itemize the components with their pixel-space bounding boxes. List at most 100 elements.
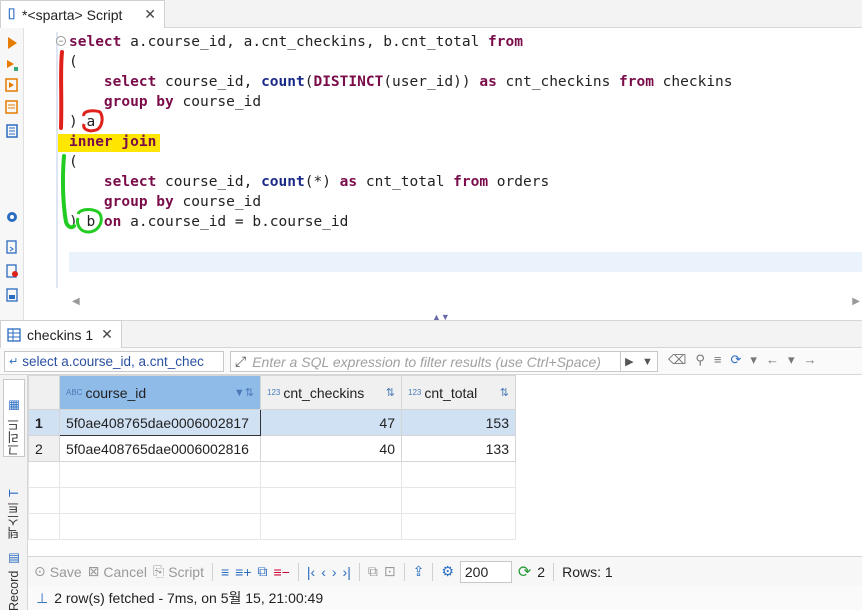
- row-number[interactable]: 1: [28, 409, 60, 436]
- save-button[interactable]: ⊙ Save: [34, 563, 82, 580]
- sql-text: course_id: [173, 194, 262, 210]
- cell-course-id[interactable]: 5f0ae408765dae0006002816: [59, 435, 261, 462]
- sql-text: course_id,: [156, 74, 262, 90]
- sql-keyword: from: [619, 74, 654, 90]
- load-plan-icon[interactable]: [5, 100, 19, 114]
- record-view-tab[interactable]: Record ▤: [3, 547, 25, 611]
- more-chevron-icon[interactable]: ▾: [750, 352, 757, 368]
- refresh-icon[interactable]: ⟳: [731, 352, 742, 368]
- fold-collapse-icon[interactable]: −: [56, 36, 66, 46]
- grid-view-tab[interactable]: 그리드 ▦: [3, 379, 25, 457]
- last-page-icon[interactable]: ›|: [343, 564, 351, 580]
- code-line[interactable]: (: [69, 52, 733, 72]
- edit-row-icon[interactable]: ≡: [221, 564, 229, 580]
- filter-toolbar: ⌫ ⚲ ≡ ⟳ ▾ ← ▾ →: [668, 352, 816, 368]
- cell-cnt-total[interactable]: 153: [401, 409, 516, 436]
- close-results-tab-icon[interactable]: ✕: [101, 326, 113, 343]
- filter-placeholder: Enter a SQL expression to filter results…: [252, 353, 601, 370]
- editor-tab[interactable]: ⌷ *<sparta> Script ✕: [0, 0, 165, 28]
- sql-text: a.course_id = b.course_id: [121, 214, 349, 230]
- sort-filter-icon[interactable]: ⇅: [500, 386, 509, 399]
- filter-history-icon[interactable]: ≡: [714, 352, 722, 368]
- sql-text: course_id,: [156, 174, 262, 190]
- toolbar-separator: [403, 562, 405, 581]
- grid-layout-icon[interactable]: ⊡: [384, 563, 396, 580]
- sql-keyword: DISTINCT: [313, 74, 384, 90]
- query-preview-text: select a.course_id, a.cnt_chec: [22, 354, 204, 369]
- settings-gear-icon[interactable]: [5, 210, 19, 224]
- filter-apply-icon[interactable]: ▶: [625, 355, 633, 368]
- sort-filter-icon[interactable]: ⇅: [386, 386, 395, 399]
- filter-history-dropdown[interactable]: ▶ ▼: [620, 351, 658, 372]
- execute-script-icon[interactable]: [5, 58, 19, 72]
- status-message: 2 row(s) fetched - 7ms, on 5월 15, 21:00:…: [54, 590, 324, 606]
- new-script-icon[interactable]: [5, 240, 19, 254]
- fetch-settings-icon[interactable]: ⚙: [441, 563, 454, 580]
- editor-toolbar-gutter: [0, 28, 24, 320]
- sql-text: cnt_checkins: [496, 74, 620, 90]
- copy-row-icon[interactable]: ⧉: [258, 563, 268, 580]
- column-header-cnt-total[interactable]: 123 cnt_total ⇅: [401, 375, 516, 410]
- sort-filter-icon[interactable]: ▼⇅: [234, 386, 254, 399]
- previous-page-icon[interactable]: ‹: [321, 564, 326, 580]
- cell-cnt-checkins[interactable]: 47: [260, 409, 402, 436]
- script-button[interactable]: ⎘ Script: [153, 563, 204, 580]
- first-page-icon[interactable]: |‹: [307, 564, 315, 580]
- empty-row: [28, 487, 516, 514]
- code-line[interactable]: (: [69, 152, 733, 172]
- cell-course-id[interactable]: 5f0ae408765dae0006002817: [59, 409, 261, 436]
- text-view-tab[interactable]: 텍스트 T: [3, 469, 25, 539]
- sql-text: (: [69, 154, 78, 170]
- scroll-right-icon[interactable]: ▶: [852, 296, 860, 307]
- code-line[interactable]: select course_id, count(*) as cnt_total …: [69, 172, 733, 192]
- editor-tab-title: *<sparta> Script: [22, 6, 123, 23]
- column-name: cnt_checkins: [283, 384, 365, 401]
- refresh-results-icon[interactable]: ⟳: [518, 562, 531, 582]
- code-line[interactable]: group by course_id: [69, 192, 733, 212]
- next-page-icon[interactable]: ›: [332, 564, 337, 580]
- code-line[interactable]: group by course_id: [69, 92, 733, 112]
- close-icon[interactable]: ✕: [144, 6, 156, 23]
- forward-icon[interactable]: →: [803, 352, 816, 368]
- table-row[interactable]: 1 5f0ae408765dae0006002817 47 153: [28, 409, 516, 436]
- column-header-cnt-checkins[interactable]: 123 cnt_checkins ⇅: [260, 375, 402, 410]
- results-grid[interactable]: ABC course_id ▼⇅ 123 cnt_checkins ⇅ 123: [28, 375, 862, 555]
- export-data-icon[interactable]: ⇪: [413, 563, 425, 580]
- panels-icon[interactable]: ⧉: [368, 563, 378, 580]
- clear-filter-icon[interactable]: ⌫: [668, 352, 686, 368]
- code-line[interactable]: select course_id, count(DISTINCT(user_id…: [69, 72, 733, 92]
- results-tab[interactable]: checkins 1 ✕: [0, 320, 122, 348]
- table-row[interactable]: 2 5f0ae408765dae0006002816 40 133: [28, 435, 516, 462]
- cell-cnt-checkins[interactable]: 40: [260, 435, 402, 462]
- add-row-icon[interactable]: ≡+: [235, 564, 251, 580]
- cell-cnt-total[interactable]: 133: [401, 435, 516, 462]
- fetch-size-input[interactable]: 200: [459, 560, 512, 583]
- column-header-course-id[interactable]: ABC course_id ▼⇅: [59, 375, 261, 410]
- back-dropdown-icon[interactable]: ▾: [788, 352, 795, 368]
- code-line[interactable]: inner join: [69, 132, 733, 152]
- open-script-icon[interactable]: [5, 264, 19, 278]
- toolbar-separator: [297, 562, 299, 581]
- editor-horizontal-scrollbar[interactable]: ◀ ▶: [68, 296, 862, 310]
- filter-settings-icon[interactable]: ⚲: [695, 352, 705, 368]
- execute-statement-icon[interactable]: [5, 36, 19, 50]
- code-line[interactable]: select a.course_id, a.cnt_checkins, b.cn…: [69, 32, 733, 52]
- sql-code[interactable]: select a.course_id, a.cnt_checkins, b.cn…: [69, 32, 733, 232]
- back-icon[interactable]: ←: [766, 352, 779, 368]
- code-line[interactable]: ) a: [69, 112, 733, 132]
- export-icon[interactable]: [5, 124, 19, 138]
- filter-input[interactable]: ⤢ Enter a SQL expression to filter resul…: [230, 351, 658, 372]
- save-script-icon[interactable]: [5, 288, 19, 302]
- delete-row-icon[interactable]: ≡−: [274, 564, 290, 580]
- explain-plan-icon[interactable]: [5, 78, 19, 92]
- code-line[interactable]: ) b on a.course_id = b.course_id: [69, 212, 733, 232]
- results-tab-bar: [0, 320, 862, 348]
- row-number[interactable]: 2: [28, 435, 60, 462]
- cancel-button[interactable]: ⊠ Cancel: [88, 563, 147, 580]
- sql-keyword: as: [479, 74, 497, 90]
- chevron-down-icon[interactable]: ▼: [642, 356, 653, 368]
- query-preview[interactable]: ↵ select a.course_id, a.cnt_chec: [4, 351, 224, 372]
- scroll-left-icon[interactable]: ◀: [72, 296, 80, 307]
